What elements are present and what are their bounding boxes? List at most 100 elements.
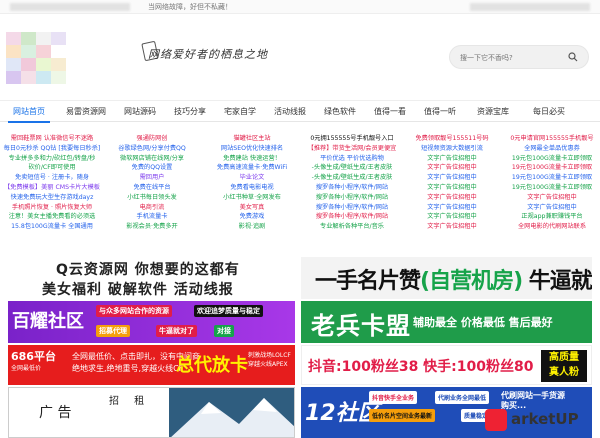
search-icon[interactable] [568,52,578,62]
text-ad-link[interactable]: 搜罗各种小程序/软件/网站 [302,183,402,193]
text-ad-link[interactable]: 每日0元秒杀 QQ钻 [我要每日秒杀] [2,144,102,154]
text-ad-link[interactable]: 免费在线平台 [102,183,202,193]
nav-item-tips[interactable]: 技巧分享 [168,101,212,123]
text-ad-link[interactable]: 全网最全单品优惠券 [502,144,600,154]
text-ad-link[interactable]: 文字广告位招租中 [402,193,502,203]
text-ad-link[interactable]: 0元申请官网155555手机靓号 [502,134,600,144]
text-ad-link[interactable]: 专业解析各种平台/音乐 [302,222,402,232]
banner-12shequ-r1: 代刷网站一手货源 [501,391,565,400]
text-ad-link[interactable]: 需回鞋票网 认准微信号不迷路 [2,134,102,144]
text-ad-link[interactable]: 毕业论文 [202,173,302,183]
text-ad-link[interactable]: 搜罗各种小程序/软件/网站 [302,203,402,213]
text-ad-link[interactable]: 短视频资源大数据引流 [402,144,502,154]
nav-item-home[interactable]: 网站首页 [8,101,50,123]
nav-item-yilei[interactable]: 易雷资源网 [58,101,114,123]
text-ad-link[interactable]: 专业拼多多和力/砍红包/转盘/秒 [2,154,102,164]
text-ad-link[interactable]: 免费游戏 [202,212,302,222]
banner-ad-rent-a1: 广 告 [39,405,72,421]
text-ad-link[interactable]: 手机照片恢复 · 照片恢复大师 [2,203,102,213]
text-ad-link[interactable]: 免费建站 快速运营！ [202,154,302,164]
text-ad-link[interactable]: 快速免费玩大型生存游戏dayz [2,193,102,203]
text-ad-link[interactable]: 15.8包100G流量卡 全国通用 [2,222,102,232]
nav-item-source[interactable]: 网站源码 [118,101,162,123]
banner-zongdai[interactable]: 686平台 全网最低价 全网最低价、点击即扎，没有中间商 绝地求生,绝地重号,穿越… [8,345,295,385]
text-ad-link[interactable]: 影视会员·免费多开 [102,222,202,232]
search-input[interactable] [460,50,560,66]
text-ad-link[interactable]: 文字广告位招租中 [402,222,502,232]
logo-tile [21,71,36,84]
text-ad-link[interactable]: 文字广告位招租中 [502,203,600,213]
nav-item-daily[interactable]: 每日必买 [524,101,574,123]
nav-item-deals[interactable]: 活动线报 [268,101,312,123]
nav-item-listen[interactable]: 值得一听 [418,101,462,123]
text-ad-link[interactable]: 搜罗各种小程序/软件/网站 [302,193,402,203]
banner-qyun-line1: Q云资源网 你想要的这都有 [56,262,240,278]
logo-tile [51,32,66,45]
text-ad-link[interactable]: -头像生成/壁纸生成/王者皮肤 [302,163,402,173]
logo-tile [6,45,21,58]
text-ad-link[interactable]: 19元包100G流量卡立即领取 [502,154,600,164]
banner-qyun[interactable]: Q云资源网 你想要的这都有 美女福利 破解软件 活动线报 [8,257,295,299]
nav-item-treasure[interactable]: 资源宝库 [468,101,518,123]
link-column: 强通防网创 谷歌绿色网/分享付费QQ 微软网店铺在线网/分享 免费的QQ设置 需回用户免… [102,134,202,232]
text-ad-link[interactable]: 文字广告位招租中 [402,203,502,213]
text-ad-link[interactable]: 文字广告位招租中 [402,212,502,222]
text-ad-link[interactable]: 全网电影的代刷网站联系 [502,222,600,232]
text-ad-link[interactable]: 免费看电影电视 [202,183,302,193]
nav-item-watch[interactable]: 值得一看 [368,101,412,123]
text-ad-link[interactable]: 免费高速流量卡·免费WiFi [202,163,302,173]
search-box[interactable] [449,45,589,69]
text-ad-link[interactable]: 文字广告位招租中 [402,163,502,173]
banner-baiyao[interactable]: 百耀社区 与众多网站合作的资源 招募代理 欢迎追梦质量与稳定 牛逼就对了 对接 [8,301,295,343]
nav-item-study[interactable]: 宅家自学 [218,101,262,123]
nav-item-software[interactable]: 绿色软件 [318,101,362,123]
text-ad-link[interactable]: 文字广告位招租中 [502,193,600,203]
banner-12shequ-chip: 代刷业务全网最低 [435,391,490,404]
banner-ad-rent[interactable]: 广 告 招 租 [8,387,295,438]
banner-mingpian[interactable]: 一手名片赞(自营机房) 牛逼就完了 [301,257,592,299]
banner-laobing-name: 老兵卡盟 [311,312,411,340]
text-ad-link[interactable]: 强通防网创 [102,134,202,144]
text-ad-link[interactable]: 微软网店铺在线网/分享 [102,154,202,164]
banner-douyin[interactable]: 抖音:100粉丝38 快手:100粉丝80 高质量 真人粉 [301,345,592,385]
text-ad-link[interactable]: 搜罗各种小程序/软件/网站 [302,212,402,222]
text-ad-link[interactable]: 19元包100G流量卡立即领取 [502,183,600,193]
text-ad-link[interactable]: 网站SEO优化快速排名 [202,144,302,154]
text-ad-link[interactable]: 免费的QQ设置 [102,163,202,173]
site-logo[interactable] [6,32,66,84]
text-ad-link[interactable]: 19元包100G流量卡立即领取 [502,163,600,173]
text-ad-link[interactable]: 免卖短信号 · 注册卡，随身 [2,173,102,183]
mountain-image [169,388,294,437]
banner-baiyao-chip: 欢迎追梦质量与稳定 [194,305,263,317]
text-ad-link[interactable]: 美女写真 [202,203,302,213]
watermark-text: arketUP [511,410,579,428]
text-ad-link[interactable]: 文字广告位招租中 [402,154,502,164]
blurred-text [10,3,130,11]
logo-tile [6,58,21,71]
text-ad-link[interactable]: 手机流量卡 [102,212,202,222]
logo-tile [6,71,21,84]
text-ad-link[interactable]: 谷歌绿色网/分享付费QQ [102,144,202,154]
text-ad-link[interactable]: 小红书每日领头发 [102,193,202,203]
text-ad-link[interactable]: 【推荐】带货生活网/会员更便宜 [302,144,402,154]
text-ad-link[interactable]: 注意！美女主播免费看的必须选 [2,212,102,222]
banner-laobing[interactable]: 老兵卡盟 辅助最全 价格最低 售后最好 [301,301,592,343]
text-ad-link[interactable]: 砍价/CF即可使用 [2,163,102,173]
banner-mingpian-text: 一手名片赞(自营机房) 牛逼就完了 [315,263,592,295]
text-ad-link[interactable]: 电商引流 [102,203,202,213]
text-ad-link[interactable]: 文字广告位招租中 [402,183,502,193]
text-ad-link[interactable]: 0元拥155555号手机靓号入口 [302,134,402,144]
text-ad-link[interactable]: 19元包100G流量卡立即领取 [502,173,600,183]
banner-zongdai-big: 总代放卡 [176,355,248,376]
text-ad-link[interactable]: 文字广告位招租中 [402,173,502,183]
text-ad-link[interactable]: 猫罐社区主站 [202,134,302,144]
text-ad-link[interactable]: 影视·追剧 [202,222,302,232]
text-ad-link[interactable]: 正规app兼职赚钱平台 [502,212,600,222]
text-ad-link[interactable]: -头像生成/壁纸生成/王者皮肤 [302,173,402,183]
text-ad-link[interactable]: 平价优选 平价优选购物 [302,154,402,164]
text-ad-link[interactable]: 【免费模板】美丽 CMS卡片大模板 [2,183,102,193]
link-column: 0元拥155555号手机靓号入口 【推荐】带货生活网/会员更便宜 平价优选 平价优选… [302,134,402,232]
text-ad-link[interactable]: 小红书种草·全网发布 [202,193,302,203]
text-ad-link[interactable]: 免费领取靓号155511号码 [402,134,502,144]
text-ad-link[interactable]: 需回用户 [102,173,202,183]
